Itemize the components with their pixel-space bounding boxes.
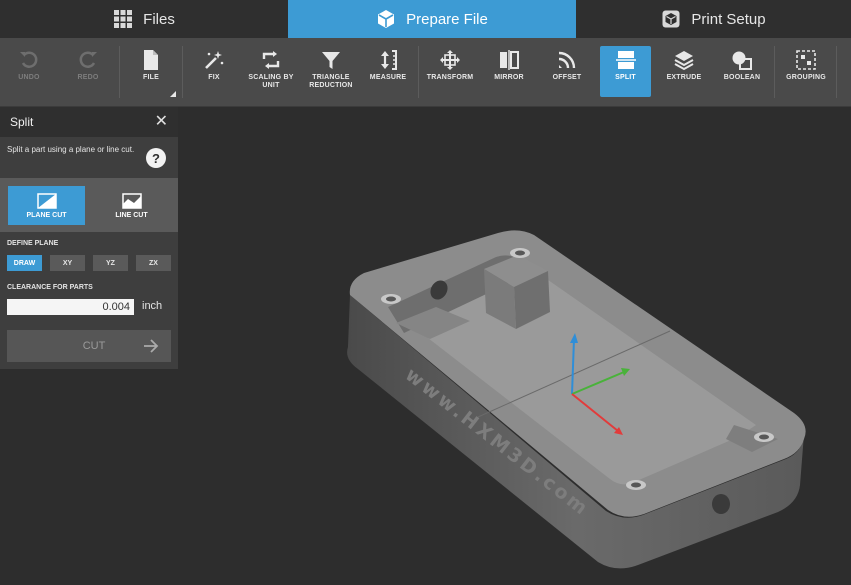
- funnel-icon: [322, 52, 340, 69]
- boolean-icon: [732, 51, 752, 70]
- cut-button[interactable]: CUT: [7, 330, 171, 362]
- line-cut-icon: [121, 192, 142, 209]
- fix-button[interactable]: FIX: [189, 46, 239, 97]
- scaling-icon: [262, 51, 280, 69]
- toolbar-divider: [182, 46, 183, 98]
- redo-icon: [79, 51, 97, 68]
- extrude-icon: [674, 51, 694, 71]
- tab-prepare-file-label: Prepare File: [406, 10, 488, 28]
- extrude-label: EXTRUDE: [666, 74, 702, 81]
- transform-icon: [440, 50, 460, 70]
- scaling-by-unit-button[interactable]: SCALING BY UNIT: [243, 46, 299, 97]
- split-label: SPLIT: [615, 74, 636, 81]
- tab-print-setup-label: Print Setup: [691, 10, 766, 28]
- panel-header: Split ✕: [0, 107, 178, 137]
- transform-label: TRANSFORM: [426, 74, 474, 81]
- panel-title: Split: [10, 115, 34, 129]
- clearance-label: CLEARANCE FOR PARTS: [7, 284, 93, 291]
- transform-button[interactable]: TRANSFORM: [424, 46, 476, 97]
- grouping-button[interactable]: GROUPING: [781, 46, 831, 97]
- measure-button[interactable]: MEASURE: [364, 46, 412, 97]
- tab-prepare-file[interactable]: Prepare File: [288, 0, 576, 38]
- file-label: FILE: [143, 74, 159, 81]
- scaling-by-unit-label: SCALING BY UNIT: [248, 74, 294, 89]
- plane-xy-button[interactable]: XY: [50, 255, 85, 271]
- tab-files-label: Files: [143, 10, 175, 28]
- undo-button[interactable]: UNDO: [4, 46, 54, 97]
- side-hole: [712, 494, 730, 514]
- clearance-unit: inch: [142, 300, 163, 312]
- top-navigation: Files Prepare File Print Setup: [0, 0, 851, 38]
- file-button[interactable]: FILE: [126, 46, 176, 97]
- close-icon[interactable]: ✕: [155, 114, 168, 130]
- file-icon: [144, 50, 158, 70]
- cube-icon: [378, 10, 395, 28]
- toolbar-divider: [418, 46, 419, 98]
- plane-cut-label: PLANE CUT: [26, 211, 67, 219]
- redo-button[interactable]: REDO: [63, 46, 113, 97]
- triangle-reduction-label: TRIANGLE REDUCTION: [309, 74, 353, 89]
- plane-zx-button[interactable]: ZX: [136, 255, 171, 271]
- mirror-button[interactable]: MIRROR: [484, 46, 534, 97]
- split-button[interactable]: SPLIT: [600, 46, 651, 97]
- grouping-label: GROUPING: [786, 74, 826, 81]
- mirror-icon: [500, 50, 519, 70]
- magic-wand-icon: [205, 51, 224, 69]
- cut-label: CUT: [82, 340, 106, 352]
- offset-label: OFFSET: [552, 74, 582, 81]
- plane-yz-button[interactable]: YZ: [93, 255, 128, 271]
- boolean-button[interactable]: BOOLEAN: [717, 46, 767, 97]
- undo-label: UNDO: [18, 74, 40, 81]
- toolbar-divider: [119, 46, 120, 98]
- toolbar-divider: [774, 46, 775, 98]
- line-cut-button[interactable]: LINE CUT: [93, 186, 170, 225]
- define-plane-label: DEFINE PLANE: [7, 240, 59, 247]
- split-icon: [615, 51, 636, 69]
- plane-cut-button[interactable]: PLANE CUT: [8, 186, 85, 225]
- measure-icon: [381, 50, 397, 70]
- extrude-button[interactable]: EXTRUDE: [659, 46, 709, 97]
- grouping-icon: [796, 50, 816, 70]
- toolbar-divider: [836, 46, 837, 98]
- line-cut-label: LINE CUT: [115, 211, 148, 219]
- plane-draw-button[interactable]: DRAW: [7, 255, 42, 271]
- print-cube-icon: [662, 10, 680, 28]
- model-canvas: www.HXM3D.com: [347, 230, 806, 569]
- screw-hole: [386, 296, 396, 302]
- 3d-model[interactable]: www.HXM3D.com: [347, 230, 806, 569]
- boolean-label: BOOLEAN: [723, 74, 761, 81]
- fix-label: FIX: [208, 74, 220, 81]
- screw-hole: [759, 434, 769, 440]
- 3d-viewport[interactable]: www.HXM3D.com: [178, 107, 851, 580]
- dropdown-corner-icon: [170, 91, 176, 97]
- panel-description: Split a part using a plane or line cut.: [7, 145, 135, 154]
- plane-cut-icon: [36, 192, 57, 209]
- split-panel: Split ✕ Split a part using a plane or li…: [0, 107, 178, 369]
- help-icon[interactable]: ?: [146, 148, 166, 168]
- offset-icon: [558, 51, 576, 69]
- triangle-reduction-button[interactable]: TRIANGLE REDUCTION: [303, 46, 359, 97]
- screw-hole: [515, 250, 525, 256]
- offset-button[interactable]: OFFSET: [542, 46, 592, 97]
- tab-print-setup[interactable]: Print Setup: [576, 0, 851, 38]
- redo-label: REDO: [77, 74, 99, 81]
- toolbar: UNDO REDO FILE FIX SCALING BY UNIT TRIAN…: [0, 38, 851, 107]
- measure-label: MEASURE: [369, 74, 407, 81]
- split-mode-selector: PLANE CUT LINE CUT: [0, 178, 178, 232]
- grid-icon: [114, 10, 133, 28]
- clearance-input[interactable]: [7, 299, 134, 315]
- arrow-right-icon: [144, 339, 159, 353]
- screw-hole: [631, 482, 641, 488]
- tab-files[interactable]: Files: [0, 0, 288, 38]
- undo-icon: [20, 51, 38, 68]
- mirror-label: MIRROR: [494, 74, 524, 81]
